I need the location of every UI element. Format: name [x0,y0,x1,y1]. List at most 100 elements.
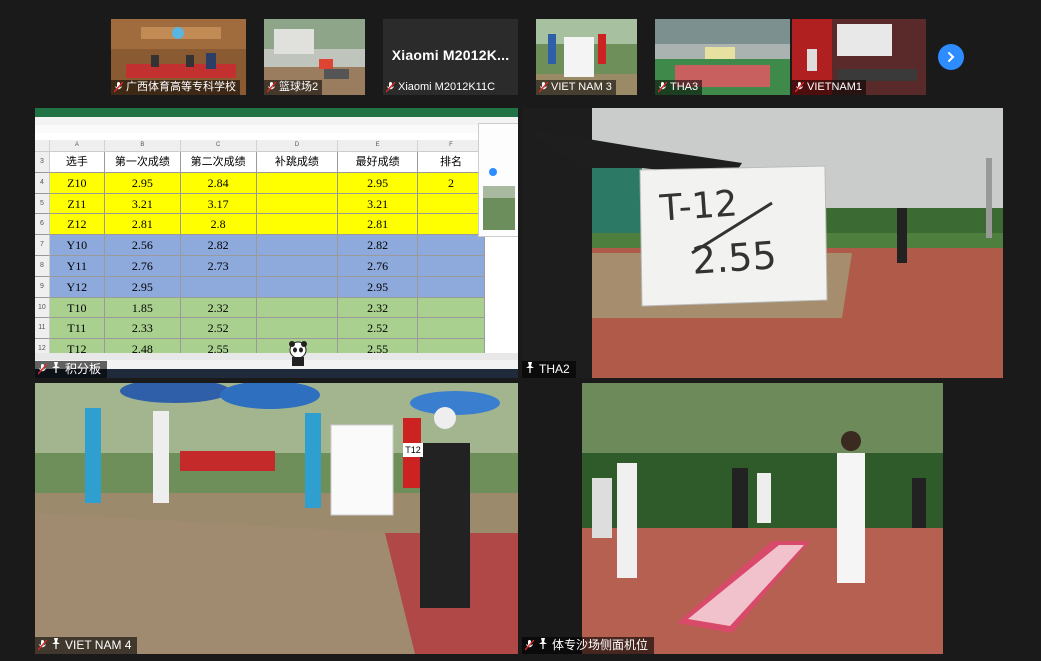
participant-name: VIET NAM 4 [65,638,132,652]
participant-label: 积分板 [35,361,108,378]
table-cell[interactable]: Y11 [49,255,105,277]
thumbnail-xiaomi[interactable]: Xiaomi M2012K... Xiaomi M2012K11C [383,19,518,95]
table-cell[interactable] [418,318,485,340]
pin-icon [51,637,61,654]
next-page-button[interactable] [938,44,964,70]
sheet-tabs[interactable] [35,353,518,360]
column-letter[interactable]: D [257,140,339,151]
table-cell[interactable]: 2.81 [104,214,181,236]
row-number[interactable]: 7 [35,235,50,256]
participant-label: VIETNAM1 [792,80,867,95]
video-tile-viet-nam-4[interactable]: T12 VIET NAM 4 [35,383,518,654]
table-cell[interactable]: 1.85 [104,297,181,319]
thumbnail-tha3[interactable]: THA3 [655,19,790,95]
excel-title-bar [35,108,518,117]
table-cell[interactable]: 2.95 [104,276,181,298]
video-tile-sandpit-side[interactable]: 体专沙场侧面机位 [522,383,1003,654]
column-letter[interactable]: A [50,140,105,151]
row-number[interactable]: 9 [35,276,50,298]
row-number[interactable]: 5 [35,193,50,215]
row-number[interactable]: 10 [35,297,50,319]
table-row: 5 Z11 3.21 3.17 3.21 [35,193,485,215]
table-cell[interactable]: 3.21 [338,193,419,215]
thumbnail-vietnam1[interactable]: VIETNAM1 [792,19,926,95]
muted-mic-icon [386,82,395,93]
table-cell[interactable]: 2.81 [338,214,419,236]
table-cell[interactable]: T10 [49,297,105,319]
table-cell[interactable] [256,214,339,236]
muted-mic-icon [525,640,534,651]
column-letter[interactable]: B [105,140,181,151]
table-cell[interactable]: 2.82 [180,235,257,256]
table-cell[interactable]: 3.17 [180,193,257,215]
table-cell[interactable]: 2.95 [338,172,419,194]
table-cell[interactable] [256,276,339,298]
table-cell[interactable]: 2.73 [180,255,257,277]
table-cell[interactable]: 2.76 [104,255,181,277]
table-cell[interactable]: 2.32 [180,297,257,319]
table-cell[interactable]: Z12 [49,214,105,236]
panel-preview [483,168,515,230]
table-cell[interactable] [418,235,485,256]
spreadsheet-grid[interactable]: ABCDEF 3 选手 第一次成绩 第二次成绩 补跳成绩 最好成绩 排名 4 Z10 2.95 2… [35,140,485,360]
table-row: 11 T11 2.33 2.52 2.52 [35,318,485,340]
muted-mic-icon [539,82,548,93]
table-cell[interactable]: 2.76 [338,255,419,277]
column-header-cell[interactable]: 第二次成绩 [180,152,257,173]
table-cell[interactable] [418,276,485,298]
table-cell[interactable]: Z10 [49,172,105,194]
column-header-cell[interactable]: 最好成绩 [338,152,419,173]
row-number[interactable]: 6 [35,214,50,236]
table-cell[interactable]: 2.95 [338,276,419,298]
row-number[interactable]: 11 [35,318,50,340]
participant-label: 广西体育高等专科学校 [111,80,240,95]
column-header-cell[interactable]: 第一次成绩 [104,152,181,173]
row-number[interactable]: 3 [35,152,50,173]
table-cell[interactable]: 2.84 [180,172,257,194]
table-cell[interactable]: 2.82 [338,235,419,256]
thumbnail-basketball-2[interactable]: 篮球场2 [264,19,365,95]
column-letter[interactable]: C [181,140,257,151]
meeting-side-panel [478,123,518,237]
table-cell[interactable] [256,172,339,194]
row-number[interactable]: 4 [35,172,50,194]
table-cell[interactable] [180,276,257,298]
table-cell[interactable]: 2 [418,172,485,194]
column-header-cell[interactable]: 选手 [49,152,105,173]
table-cell[interactable] [418,297,485,319]
column-letter[interactable]: E [338,140,419,151]
table-cell[interactable] [256,255,339,277]
table-cell[interactable] [256,297,339,319]
video-tile-tha2[interactable]: T-12 2.55 THA2 [522,108,1003,378]
table-row: 6 Z12 2.81 2.8 2.81 [35,214,485,236]
thumbnail-guangxi[interactable]: 广西体育高等专科学校 [111,19,246,95]
video-tile-scoreboard[interactable]: ABCDEF 3 选手 第一次成绩 第二次成绩 补跳成绩 最好成绩 排名 4 Z10 2.95 2… [35,108,518,378]
corner-cell[interactable] [35,140,50,151]
table-cell[interactable]: Y12 [49,276,105,298]
table-cell[interactable] [256,318,339,340]
column-header-cell[interactable]: 补跳成绩 [256,152,339,173]
table-cell[interactable]: Z11 [49,193,105,215]
thumbnail-viet-nam-3[interactable]: VIET NAM 3 [536,19,637,95]
table-cell[interactable]: 2.33 [104,318,181,340]
table-cell[interactable] [418,255,485,277]
table-cell[interactable] [256,193,339,215]
table-cell[interactable]: 2.8 [180,214,257,236]
table-cell[interactable]: 3.21 [104,193,181,215]
row-number[interactable]: 8 [35,255,50,277]
table-cell[interactable]: 2.52 [338,318,419,340]
video-feed [35,383,518,654]
table-cell[interactable]: Y10 [49,235,105,256]
excel-status-bar [35,360,518,369]
pin-icon [525,361,535,378]
table-cell[interactable]: 2.52 [180,318,257,340]
column-letter[interactable]: F [418,140,485,151]
column-header-cell[interactable]: 排名 [418,152,485,173]
table-cell[interactable]: 2.56 [104,235,181,256]
table-cell[interactable] [256,235,339,256]
table-cell[interactable]: 2.32 [338,297,419,319]
table-cell[interactable]: 2.95 [104,172,181,194]
table-cell[interactable] [418,214,485,236]
table-cell[interactable] [418,193,485,215]
table-cell[interactable]: T11 [49,318,105,340]
